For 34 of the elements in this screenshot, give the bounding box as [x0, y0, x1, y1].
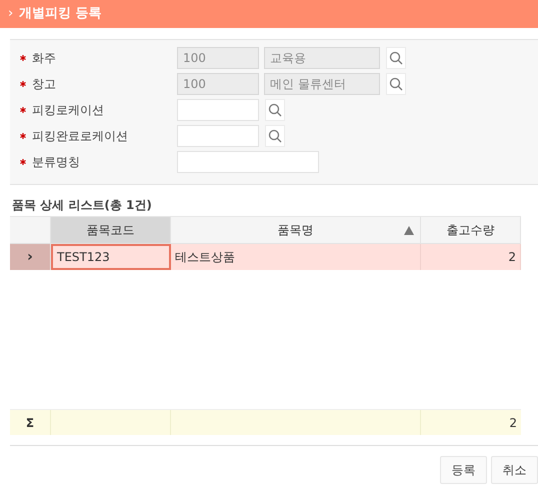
- search-button[interactable]: [386, 73, 406, 95]
- table-cell: TEST123: [51, 244, 171, 270]
- search-button[interactable]: [265, 99, 285, 121]
- table-cell: 테스트상품: [171, 244, 421, 270]
- column-label: 품목코드: [86, 222, 134, 239]
- search-icon: [268, 129, 282, 143]
- column-header[interactable]: 품목코드: [51, 217, 171, 243]
- grid-row[interactable]: › TEST123 테스트상품 2: [10, 244, 521, 270]
- input-field[interactable]: [177, 151, 319, 173]
- field-label: 피킹로케이션: [32, 102, 104, 119]
- column-header[interactable]: 출고수량: [421, 217, 521, 243]
- input-field[interactable]: [177, 125, 259, 147]
- action-button[interactable]: 등록: [440, 456, 487, 484]
- chevron-icon: ›: [8, 4, 14, 24]
- field-label: 창고: [32, 76, 56, 93]
- column-header[interactable]: 품목명: [171, 217, 421, 243]
- grid-title: 품목 상세 리스트(총 1건): [12, 197, 153, 214]
- search-button[interactable]: [265, 125, 285, 147]
- input-field[interactable]: [177, 99, 259, 121]
- search-icon: [389, 77, 403, 91]
- column-label: 품목명: [278, 222, 314, 239]
- field-label: 화주: [32, 50, 56, 67]
- field-label: 피킹완료로케이션: [32, 128, 128, 145]
- action-button[interactable]: 취소: [491, 456, 538, 484]
- table-cell: 2: [421, 244, 521, 270]
- sort-icon[interactable]: [404, 226, 414, 235]
- field-label: 분류명칭: [32, 154, 80, 171]
- row-indicator[interactable]: ›: [10, 244, 51, 270]
- search-icon: [389, 51, 403, 65]
- search-icon: [268, 103, 282, 117]
- column-label: 출고수량: [446, 222, 494, 239]
- total-cell-text: 2: [508, 414, 518, 432]
- window-title: 개별피킹 등록: [19, 5, 102, 24]
- search-button[interactable]: [386, 47, 406, 69]
